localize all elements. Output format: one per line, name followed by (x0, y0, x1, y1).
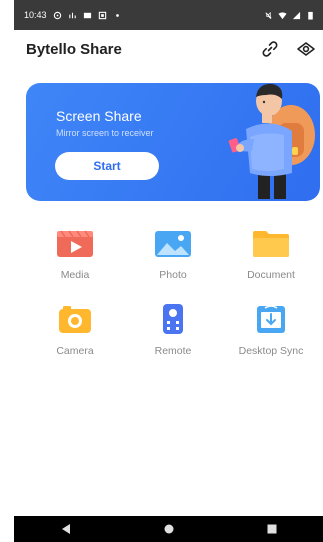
dot-icon (115, 13, 119, 17)
signal-bars-icon (292, 11, 301, 19)
feature-row-1: Media Photo Document (26, 225, 320, 281)
recents-button[interactable] (252, 519, 292, 539)
recents-icon (267, 524, 276, 534)
eye-icon (297, 42, 315, 56)
status-time: 10:43 (24, 10, 47, 20)
app-header: Bytello Share (26, 36, 323, 62)
camera-icon (55, 301, 95, 337)
status-left: 10:43 (24, 10, 122, 20)
person-with-phone-illustration (228, 83, 315, 199)
photo-icon (153, 225, 193, 261)
home-button[interactable] (149, 519, 189, 539)
feature-remote[interactable]: Remote (124, 301, 222, 357)
feature-label: Document (247, 269, 295, 281)
screen-share-banner: Screen Share Mirror screen to receiver S… (26, 83, 320, 201)
message-icon (83, 12, 91, 18)
feature-label: Camera (56, 345, 94, 357)
feature-label: Desktop Sync (238, 345, 304, 357)
battery-icon (308, 11, 313, 20)
app-screen: 10:43 Bytello Share Screen Share Mirror … (0, 0, 323, 542)
header-actions (259, 38, 323, 60)
feature-label: Photo (159, 269, 187, 281)
system-nav-bar (14, 516, 323, 542)
back-icon (61, 524, 70, 534)
link-button[interactable] (259, 38, 281, 60)
link-icon (262, 41, 278, 57)
eye-button[interactable] (295, 38, 317, 60)
feature-document[interactable]: Document (222, 225, 320, 281)
app-title: Bytello Share (26, 40, 122, 58)
banner-subtitle: Mirror screen to receiver (56, 128, 154, 138)
settings-icon (53, 11, 61, 19)
feature-desktop-sync[interactable]: Desktop Sync (222, 301, 320, 357)
status-right (264, 11, 315, 20)
document-icon (251, 225, 291, 261)
feature-photo[interactable]: Photo (124, 225, 222, 281)
feature-row-2: Camera Remote Desktop Sync (26, 301, 320, 357)
feature-media[interactable]: Media (26, 225, 124, 281)
feature-label: Media (60, 269, 90, 281)
feature-grid: Media Photo Document Camera Remote Deskt… (26, 225, 320, 377)
feature-label: Remote (154, 345, 192, 357)
media-icon (55, 225, 95, 261)
calendar-icon (98, 11, 106, 19)
home-icon (164, 524, 173, 534)
remote-icon (153, 301, 193, 337)
mute-icon (265, 11, 272, 19)
start-button[interactable]: Start (55, 152, 159, 180)
status-bar: 10:43 (14, 0, 323, 30)
wifi-icon (278, 11, 287, 19)
signal-icon (68, 12, 76, 18)
banner-title: Screen Share (56, 108, 142, 124)
feature-camera[interactable]: Camera (26, 301, 124, 357)
desktop-sync-icon (251, 301, 291, 337)
back-button[interactable] (46, 519, 86, 539)
